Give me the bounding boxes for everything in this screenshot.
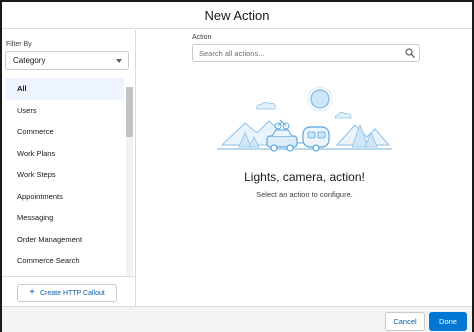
category-item-work-plans[interactable]: Work Plans <box>5 143 124 165</box>
cloud-icon <box>256 102 276 110</box>
scrollbar-thumb[interactable] <box>126 87 133 137</box>
chevron-down-icon <box>116 59 122 63</box>
category-item-label: Commerce <box>17 127 54 137</box>
category-list: All Users Commerce Work Plans Work Steps… <box>5 78 124 274</box>
category-item-label: Messaging <box>17 213 54 223</box>
category-item-label: Users <box>17 105 37 115</box>
filter-select-value: Category <box>13 56 46 65</box>
action-search-input[interactable] <box>193 45 398 61</box>
category-item-appointments[interactable]: Appointments <box>5 186 124 208</box>
empty-state-illustration <box>217 86 392 152</box>
category-item-label: Appointments <box>17 191 63 201</box>
category-item-all[interactable]: All <box>5 78 124 100</box>
filter-by-label: Filter By <box>6 41 32 48</box>
category-item-label: Order Management <box>17 234 83 244</box>
action-search-box[interactable] <box>192 44 420 62</box>
done-button[interactable]: Done <box>429 312 467 331</box>
category-item-commerce[interactable]: Commerce <box>5 121 124 143</box>
category-item-commerce-search[interactable]: Commerce Search <box>5 250 124 272</box>
sidebar-footer: + Create HTTP Callout <box>2 276 135 306</box>
create-http-callout-button[interactable]: + Create HTTP Callout <box>17 284 117 302</box>
car-icon <box>266 135 298 148</box>
modal-window: New Action Filter By Category All Users … <box>0 0 474 332</box>
category-item-order-management[interactable]: Order Management <box>5 229 124 251</box>
category-item-messaging[interactable]: Messaging <box>5 207 124 229</box>
empty-state-subtitle: Select an action to configure. <box>256 190 353 199</box>
modal-title: New Action <box>204 7 270 23</box>
category-item-label: Work Steps <box>17 170 56 180</box>
cancel-button[interactable]: Cancel <box>385 312 425 331</box>
category-item-work-steps[interactable]: Work Steps <box>5 164 124 186</box>
category-item-users[interactable]: Users <box>5 100 124 122</box>
create-http-callout-label: Create HTTP Callout <box>40 289 105 297</box>
sidebar: Filter By Category All Users Commerce Wo… <box>2 30 136 306</box>
modal-header: New Action <box>2 2 472 29</box>
empty-state-title: Lights, camera, action! <box>244 170 365 184</box>
category-item-label: All <box>17 84 27 94</box>
plus-icon: + <box>29 287 35 298</box>
category-item-label: Commerce Search <box>17 256 80 266</box>
category-list-scrollbar[interactable] <box>126 87 133 277</box>
category-item-label: Work Plans <box>17 148 56 158</box>
main-panel: Action Search all actions... Lights, cam… <box>137 30 472 306</box>
sun-icon <box>310 89 330 109</box>
action-label: Action <box>192 34 212 41</box>
search-icon[interactable] <box>405 48 415 58</box>
modal-footer: Cancel Done <box>2 306 472 332</box>
filter-select[interactable]: Category <box>5 51 129 70</box>
